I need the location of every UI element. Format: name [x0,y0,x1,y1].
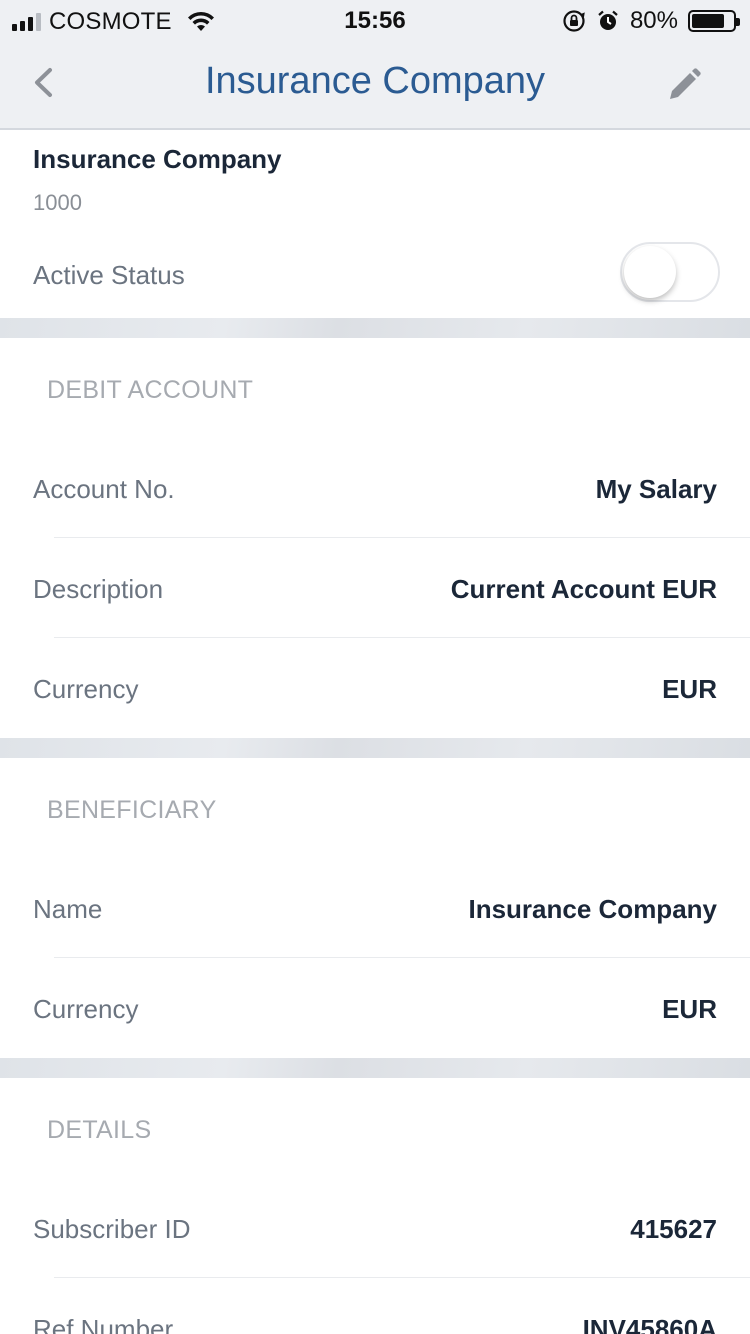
row-value: EUR [662,674,717,704]
orientation-lock-icon [563,10,585,32]
row-value: My Salary [595,474,717,504]
beneficiary-currency-row[interactable]: Currency EUR [0,958,750,1058]
section-title: DETAILS [47,1116,152,1144]
beneficiary-name-row[interactable]: Name Insurance Company [0,858,750,958]
battery-percent: 80% [629,7,678,34]
pencil-icon[interactable] [664,65,704,105]
payee-code: 1000 [33,190,82,215]
currency-row[interactable]: Currency EUR [0,638,750,738]
row-value: Current Account EUR [450,574,717,604]
section-separator [0,738,750,758]
row-value: EUR [662,994,717,1024]
debit-account-section: DEBIT ACCOUNT Account No. My Salary Desc… [0,338,750,738]
row-value: INV45860A [582,1314,717,1334]
details-section: DETAILS Subscriber ID 415627 Ref Number … [0,1078,750,1334]
account-number-row[interactable]: Account No. My Salary [0,438,750,538]
row-value: Insurance Company [468,894,717,924]
screen: COSMOTE 15:56 80% Insurance Company Insu… [0,0,750,1334]
section-separator [0,318,750,338]
row-label: Subscriber ID [33,1214,191,1244]
row-label: Name [33,894,103,924]
status-right: 80% [562,7,740,35]
row-value: 415627 [630,1214,717,1244]
row-label: Currency [33,674,139,704]
payee-name: Insurance Company [33,144,282,174]
active-status-label: Active Status [33,260,185,290]
toggle-knob [624,246,676,298]
subscriber-id-row[interactable]: Subscriber ID 415627 [0,1178,750,1278]
payee-header: Insurance Company 1000 Active Status [0,130,750,318]
description-row[interactable]: Description Current Account EUR [0,538,750,638]
status-bar: COSMOTE 15:56 80% [0,0,750,40]
battery-icon [688,10,740,32]
section-title: DEBIT ACCOUNT [47,376,254,404]
section-separator [0,1058,750,1078]
section-title: BENEFICIARY [47,796,217,824]
alarm-clock-icon [598,10,618,30]
ref-number-row[interactable]: Ref Number INV45860A [0,1278,750,1334]
row-label: Ref Number [33,1314,174,1334]
active-status-toggle[interactable] [620,242,720,302]
row-label: Currency [33,994,139,1024]
row-label: Description [33,574,164,604]
page-title: Insurance Company [204,60,546,102]
navigation-bar: Insurance Company [0,40,750,130]
beneficiary-section: BENEFICIARY Name Insurance Company Curre… [0,758,750,1058]
row-label: Account No. [33,474,175,504]
